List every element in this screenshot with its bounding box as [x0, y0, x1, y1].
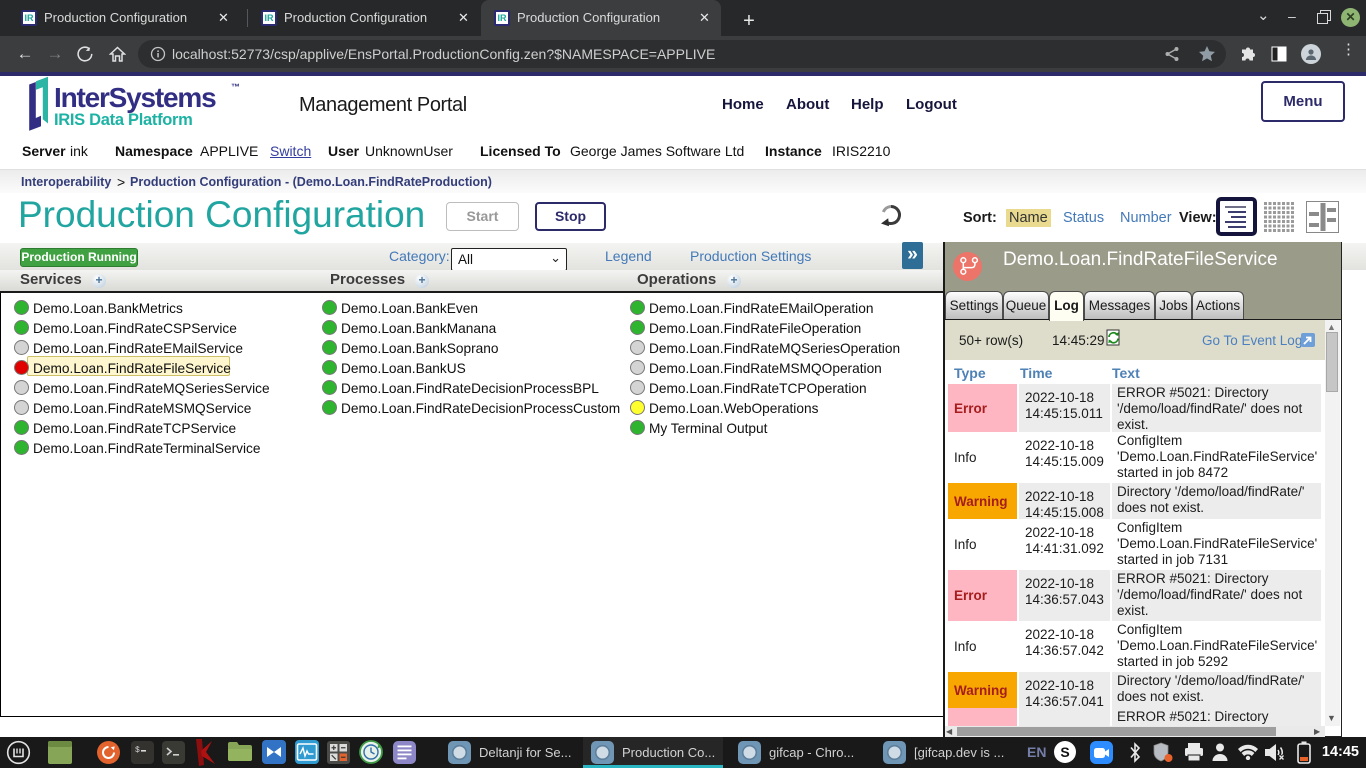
svg-text:$: $: [135, 746, 140, 755]
svg-text:IRIS Data Platform: IRIS Data Platform: [54, 111, 193, 129]
svg-text:™: ™: [231, 82, 240, 92]
svg-text:InterSystems: InterSystems: [54, 82, 216, 113]
